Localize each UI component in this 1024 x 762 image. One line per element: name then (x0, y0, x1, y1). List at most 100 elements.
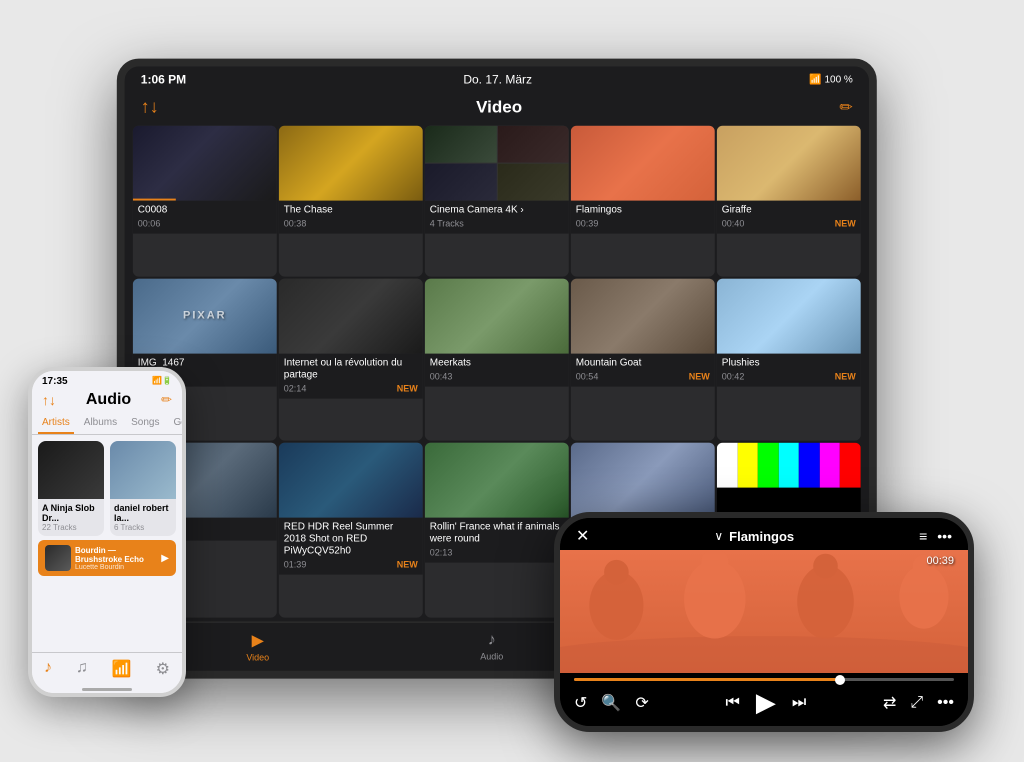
new-badge-internet: NEW (397, 383, 418, 393)
video-info-meerkats: Meerkats 00:43 (425, 353, 569, 386)
player-timestamp-overlay: 00:39 (560, 550, 968, 572)
video-item-giraffe[interactable]: Giraffe 00:40 NEW (717, 126, 861, 277)
video-tab-label: Video (246, 653, 269, 663)
video-thumb-rollin (425, 443, 569, 518)
pixar-text: PIXAR (183, 310, 227, 322)
video-thumb-c0008 (133, 126, 277, 201)
iphone-edit-icon[interactable]: ✏ (161, 392, 172, 408)
video-duration-redhdr: 01:39 (284, 560, 307, 570)
iphone-tab-icon-settings[interactable]: ⚙ (156, 659, 170, 679)
player-timestamp: 00:39 (926, 555, 954, 567)
now-playing-thumb (45, 545, 71, 571)
video-thumb-redhdr (279, 443, 423, 518)
iphone-tab-icon-audio2[interactable]: ♫ (76, 659, 88, 679)
player-more-icon[interactable]: ••• (937, 528, 952, 544)
player-play-button[interactable]: ▶ (756, 687, 776, 718)
video-item-rollin[interactable]: Rollin' France what if animals were roun… (425, 443, 569, 618)
video-info-mtngoat: Mountain Goat 00:54 NEW (571, 353, 715, 386)
tab-genres[interactable]: Genres (170, 413, 187, 434)
video-item-mtngoat[interactable]: Mountain Goat 00:54 NEW (571, 278, 715, 441)
iphone-time: 17:35 (42, 376, 68, 387)
player-more-options-button[interactable]: ••• (937, 694, 954, 712)
player-next-button[interactable]: ⏭ (792, 694, 806, 712)
player-shuffle-button[interactable]: ⇄ (883, 693, 896, 713)
tab-artists[interactable]: Artists (38, 413, 74, 434)
iphone-status-bar: 17:35 📶🔋 (32, 371, 182, 389)
video-tracks-cinema: 4 Tracks (430, 219, 464, 229)
video-duration-plushies: 00:42 (722, 371, 745, 381)
tablet-time: 1:06 PM (141, 73, 186, 87)
album-info-ninja: A Ninja Slob Dr... 22 Tracks (38, 499, 104, 536)
video-item-flamingos[interactable]: Flamingos 00:39 (571, 126, 715, 277)
iphone-audio-title: Audio (86, 391, 131, 409)
home-bar (82, 688, 132, 691)
iphone-tab-icon-signal[interactable]: 📶 (112, 659, 132, 679)
video-info-redhdr: RED HDR Reel Summer 2018 Shot on RED PiW… (279, 518, 423, 575)
player-prev-button[interactable]: ⏮ (725, 694, 739, 712)
iphone-tabbar: ♪ ♫ 📶 ⚙ (32, 652, 182, 685)
video-info-chase: The Chase 00:38 (279, 201, 423, 234)
player-search-button[interactable]: 🔍 (601, 693, 621, 713)
now-playing-play-icon[interactable]: ▶ (161, 553, 169, 564)
edit-icon[interactable]: ✏ (839, 97, 852, 117)
iphone-audio-screen: 17:35 📶🔋 ↑↓ Audio ✏ Artists Albums Songs… (32, 371, 182, 693)
video-item-c0008[interactable]: C0008 00:06 (133, 126, 277, 277)
video-thumb-plushies (717, 278, 861, 353)
tab-audio[interactable]: ♪ Audio (480, 632, 503, 662)
player-menu-icon[interactable]: ≡ (919, 528, 927, 544)
video-item-internet[interactable]: Internet ou la révolution du partage 02:… (279, 278, 423, 441)
iphone-audio-header: ↑↓ Audio ✏ (32, 389, 182, 413)
video-item-chase[interactable]: The Chase 00:38 (279, 126, 423, 277)
tablet-status-bar: 1:06 PM Do. 17. März 📶 100 % (125, 67, 869, 93)
tablet-date: Do. 17. März (463, 73, 532, 87)
tab-albums[interactable]: Albums (80, 413, 121, 434)
player-loop-button[interactable]: ⟳ (635, 693, 648, 713)
player-fullscreen-button[interactable]: ⤢ (910, 694, 923, 712)
video-duration-rollin: 02:13 (430, 548, 453, 558)
video-thumb-chase (279, 126, 423, 201)
video-item-cinema[interactable]: Cinema Camera 4K › 4 Tracks (425, 126, 569, 277)
video-duration-flamingos: 00:39 (576, 219, 599, 229)
video-title-redhdr: RED HDR Reel Summer 2018 Shot on RED PiW… (284, 522, 418, 558)
wifi-icon: 📶 (809, 74, 821, 85)
album-name-ninja: A Ninja Slob Dr... (42, 503, 100, 523)
album-item-daniel[interactable]: daniel robert la... 6 Tracks (110, 441, 176, 536)
iphone-tab-icon-music[interactable]: ♪ (44, 659, 52, 679)
iphone-player-device: ✕ ∨ Flamingos ≡ ••• (554, 512, 974, 732)
tab-songs[interactable]: Songs (127, 413, 163, 434)
video-duration-internet: 02:14 (284, 383, 307, 393)
video-title-rollin: Rollin' France what if animals were roun… (430, 522, 564, 546)
player-video-area: 00:39 (560, 550, 968, 673)
player-replay-button[interactable]: ↺ (574, 693, 587, 713)
tab-video[interactable]: ▶ Video (246, 631, 269, 663)
video-thumb-meerkats (425, 278, 569, 353)
video-item-meerkats[interactable]: Meerkats 00:43 (425, 278, 569, 441)
album-tracks-daniel: 6 Tracks (114, 523, 172, 532)
tablet-toolbar: ↑↓ Video ✏ (125, 93, 869, 126)
iphone-sort-icon[interactable]: ↑↓ (42, 392, 56, 408)
video-title-giraffe: Giraffe (722, 205, 856, 217)
video-item-plushies[interactable]: Plushies 00:42 NEW (717, 278, 861, 441)
video-thumb-cinema (425, 126, 569, 201)
album-item-ninja[interactable]: A Ninja Slob Dr... 22 Tracks (38, 441, 104, 536)
now-playing-artist: Lucette Bourdin (75, 564, 157, 571)
new-badge-giraffe: NEW (835, 219, 856, 229)
album-grid: A Ninja Slob Dr... 22 Tracks daniel robe… (38, 441, 176, 536)
video-info-flamingos: Flamingos 00:39 (571, 201, 715, 234)
now-playing-bar[interactable]: Bourdin — Brushstroke Echo Lucette Bourd… (38, 540, 176, 576)
video-title-plushies: Plushies (722, 357, 856, 369)
video-item-redhdr[interactable]: RED HDR Reel Summer 2018 Shot on RED PiW… (279, 443, 423, 618)
album-tracks-ninja: 22 Tracks (42, 523, 100, 532)
player-progress-fill (574, 678, 840, 681)
sort-icon[interactable]: ↑↓ (141, 97, 159, 118)
iphone-home-indicator[interactable] (32, 685, 182, 693)
player-close-button[interactable]: ✕ (576, 526, 589, 546)
player-progress-track[interactable] (574, 678, 954, 681)
page-title: Video (476, 97, 522, 117)
new-badge-redhdr: NEW (397, 560, 418, 570)
video-duration-meerkats: 00:43 (430, 371, 453, 381)
video-thumb-flamingos (571, 126, 715, 201)
video-title-c0008: C0008 (138, 205, 272, 217)
video-thumb-internet (279, 278, 423, 353)
video-duration-mtngoat: 00:54 (576, 371, 599, 381)
